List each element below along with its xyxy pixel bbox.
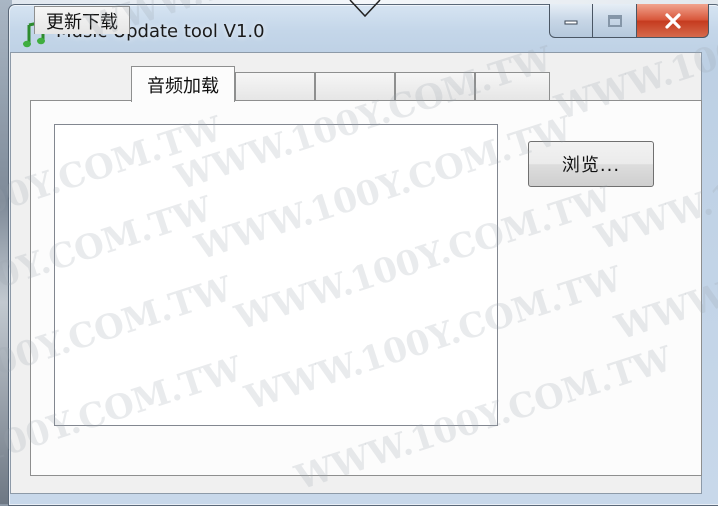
caption-buttons bbox=[549, 4, 718, 38]
tab-audio-load[interactable]: 音频加载 bbox=[131, 66, 235, 102]
pointer-caret-icon bbox=[349, 0, 381, 18]
tab-label: 更新下载 bbox=[46, 11, 118, 33]
tab-label: 音频加载 bbox=[147, 75, 219, 97]
tab-empty-4[interactable] bbox=[315, 72, 395, 100]
tab-empty-6[interactable] bbox=[475, 72, 550, 100]
minimize-icon bbox=[564, 20, 578, 24]
maximize-icon bbox=[607, 14, 622, 27]
browse-button-label: 浏览... bbox=[561, 155, 621, 176]
tab-empty-5[interactable] bbox=[395, 72, 475, 100]
browse-button[interactable]: 浏览... bbox=[528, 141, 654, 187]
tab-empty-3[interactable] bbox=[235, 72, 315, 100]
file-listbox[interactable] bbox=[54, 124, 498, 426]
maximize-button[interactable] bbox=[593, 4, 637, 38]
tab-update-download[interactable]: 更新下载 bbox=[34, 6, 130, 34]
minimize-button[interactable] bbox=[549, 4, 593, 38]
close-button[interactable] bbox=[637, 4, 709, 38]
close-icon bbox=[664, 12, 681, 29]
